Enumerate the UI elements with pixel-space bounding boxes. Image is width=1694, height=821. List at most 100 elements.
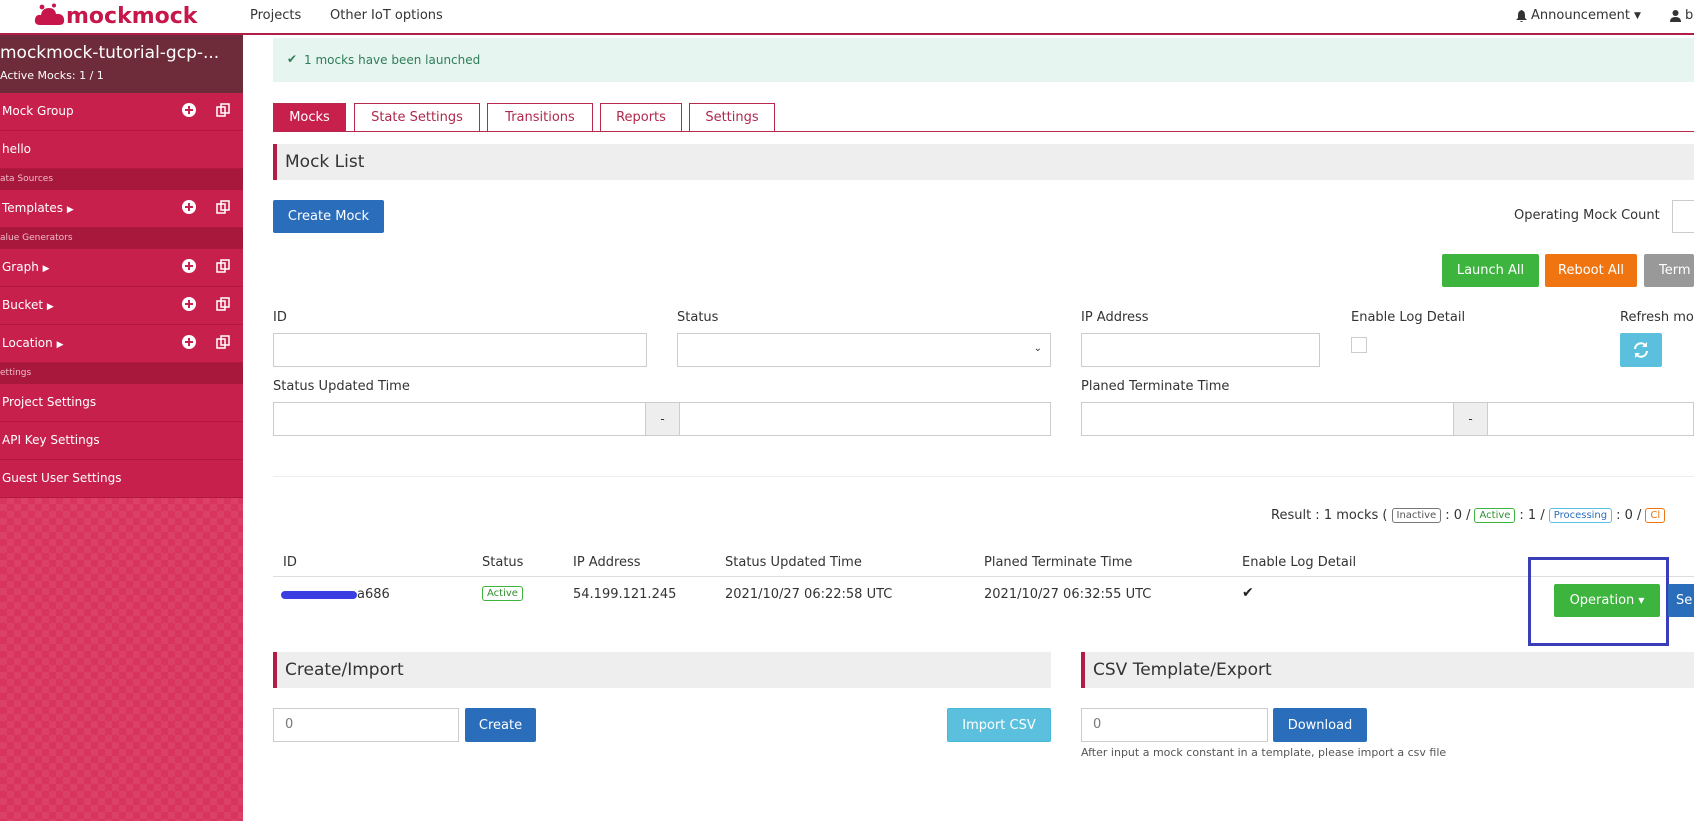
copy-icon[interactable] [216, 297, 230, 311]
user-icon [1670, 9, 1681, 22]
tab-transitions[interactable]: Transitions [487, 103, 593, 132]
caret-right-icon: ▶ [56, 340, 64, 350]
sidebar-item-label: Templates ▶ [2, 201, 74, 215]
check-icon: ✔ [287, 52, 298, 66]
active-count: : 1 / [1519, 508, 1545, 523]
tab-state-settings[interactable]: State Settings [354, 103, 480, 132]
sidebar-item-label: Project Settings [2, 395, 97, 409]
operation-label: Operation [1569, 593, 1635, 608]
col-header-log-detail[interactable]: Enable Log Detail [1242, 555, 1356, 570]
col-header-id[interactable]: ID [283, 555, 297, 570]
col-header-terminate-time[interactable]: Planed Terminate Time [984, 555, 1132, 570]
range-separator: - [1453, 402, 1488, 436]
plus-circle-icon[interactable] [182, 297, 196, 311]
user-menu[interactable]: b [1670, 8, 1693, 23]
sidebar-item-label: hello [2, 142, 31, 156]
caret-right-icon: ▶ [42, 264, 50, 274]
row-id-text: a686 [357, 587, 390, 602]
col-header-updated-time[interactable]: Status Updated Time [725, 555, 862, 570]
cloud-logo-icon [34, 3, 65, 25]
filter-updated-time-label: Status Updated Time [273, 379, 410, 394]
plus-circle-icon[interactable] [182, 335, 196, 349]
download-button[interactable]: Download [1273, 708, 1367, 742]
filter-log-detail-label: Enable Log Detail [1351, 310, 1466, 325]
secondary-button[interactable]: Se [1668, 584, 1694, 617]
plus-circle-icon[interactable] [182, 200, 196, 214]
section-label: ettings [0, 368, 32, 378]
csv-export-title: CSV Template/Export [1093, 660, 1272, 680]
sidebar-item-location[interactable]: Location ▶ [0, 325, 243, 363]
sidebar-section-value-generators: alue Generators [0, 228, 243, 249]
csv-help-text: After input a mock constant in a templat… [1081, 746, 1447, 759]
sidebar-item-graph[interactable]: Graph ▶ [0, 249, 243, 287]
copy-icon[interactable] [216, 335, 230, 349]
filter-log-detail-checkbox[interactable] [1351, 337, 1367, 353]
sidebar-item-project-settings[interactable]: Project Settings [0, 384, 243, 422]
check-icon: ✔ [1242, 585, 1254, 601]
range-separator: - [645, 402, 680, 436]
section-label: alue Generators [0, 233, 73, 243]
sidebar-item-hello[interactable]: hello [0, 131, 243, 169]
alert-text: 1 mocks have been launched [304, 53, 481, 67]
reboot-all-button[interactable]: Reboot All [1545, 254, 1637, 287]
nav-link-iot-options[interactable]: Other IoT options [330, 8, 443, 23]
filter-terminate-time-label: Planed Terminate Time [1081, 379, 1230, 394]
sidebar-item-templates[interactable]: Templates ▶ [0, 190, 243, 228]
sidebar-item-label: API Key Settings [2, 433, 100, 447]
result-summary: Result : 1 mocks ( Inactive : 0 / Active… [1271, 508, 1666, 523]
sidebar-section-data-sources: ata Sources [0, 169, 243, 190]
sidebar-project-header: mockmock-tutorial-gcp-... Active Mocks: … [0, 35, 243, 93]
csv-export-header: CSV Template/Export [1081, 652, 1694, 688]
launch-all-button[interactable]: Launch All [1442, 254, 1539, 287]
tab-settings[interactable]: Settings [689, 103, 775, 132]
brand-logo[interactable]: mockmock [34, 2, 197, 30]
copy-icon[interactable] [216, 200, 230, 214]
brand-name: mockmock [66, 3, 198, 29]
tab-mocks[interactable]: Mocks [273, 103, 346, 132]
sidebar-item-mock-group[interactable]: Mock Group [0, 93, 243, 131]
create-mock-button[interactable]: Create Mock [273, 200, 384, 233]
inactive-badge: Inactive [1391, 508, 1442, 523]
row-ip: 54.199.121.245 [573, 587, 677, 602]
col-header-ip[interactable]: IP Address [573, 555, 641, 570]
filter-updated-from-input[interactable] [273, 402, 646, 436]
operation-button[interactable]: Operation ▼ [1554, 584, 1660, 617]
row-updated-time: 2021/10/27 06:22:58 UTC [725, 587, 893, 602]
tab-reports[interactable]: Reports [600, 103, 682, 132]
row-terminate-time: 2021/10/27 06:32:55 UTC [984, 587, 1152, 602]
col-header-status[interactable]: Status [482, 555, 523, 570]
filter-terminate-to-input[interactable] [1487, 402, 1694, 436]
row-id[interactable]: a686 [281, 587, 390, 602]
other-badge: Cl [1645, 508, 1666, 523]
filter-id-input[interactable] [273, 333, 647, 367]
sidebar-item-api-key-settings[interactable]: API Key Settings [0, 422, 243, 460]
plus-circle-icon[interactable] [182, 103, 196, 117]
project-name[interactable]: mockmock-tutorial-gcp-... [0, 43, 219, 63]
announcement-menu[interactable]: Announcement ▼ [1516, 8, 1641, 23]
filter-status-select[interactable]: ⌄ [677, 333, 1051, 367]
filter-updated-to-input[interactable] [679, 402, 1051, 436]
create-import-title: Create/Import [285, 660, 404, 680]
terminate-all-button[interactable]: Term [1644, 254, 1694, 287]
operating-mock-count-input[interactable] [1672, 200, 1694, 233]
processing-count: : 0 / [1616, 508, 1642, 523]
copy-icon[interactable] [216, 259, 230, 273]
refresh-button[interactable] [1620, 333, 1662, 367]
sidebar-item-label: Guest User Settings [2, 471, 122, 485]
redaction-mark [281, 590, 357, 599]
divider [273, 476, 1694, 477]
sidebar-item-bucket[interactable]: Bucket ▶ [0, 287, 243, 325]
import-csv-button[interactable]: Import CSV [947, 708, 1051, 742]
csv-count-input[interactable]: 0 [1081, 708, 1268, 742]
filter-terminate-from-input[interactable] [1081, 402, 1454, 436]
plus-circle-icon[interactable] [182, 259, 196, 273]
filter-ip-label: IP Address [1081, 310, 1149, 325]
status-badge: Active [482, 586, 523, 601]
filter-ip-input[interactable] [1081, 333, 1320, 367]
create-count-input[interactable]: 0 [273, 708, 459, 742]
nav-link-projects[interactable]: Projects [250, 8, 301, 23]
mock-list-header: Mock List [273, 144, 1694, 180]
copy-icon[interactable] [216, 103, 230, 117]
sidebar-item-guest-user-settings[interactable]: Guest User Settings [0, 460, 243, 498]
create-button[interactable]: Create [465, 708, 536, 742]
